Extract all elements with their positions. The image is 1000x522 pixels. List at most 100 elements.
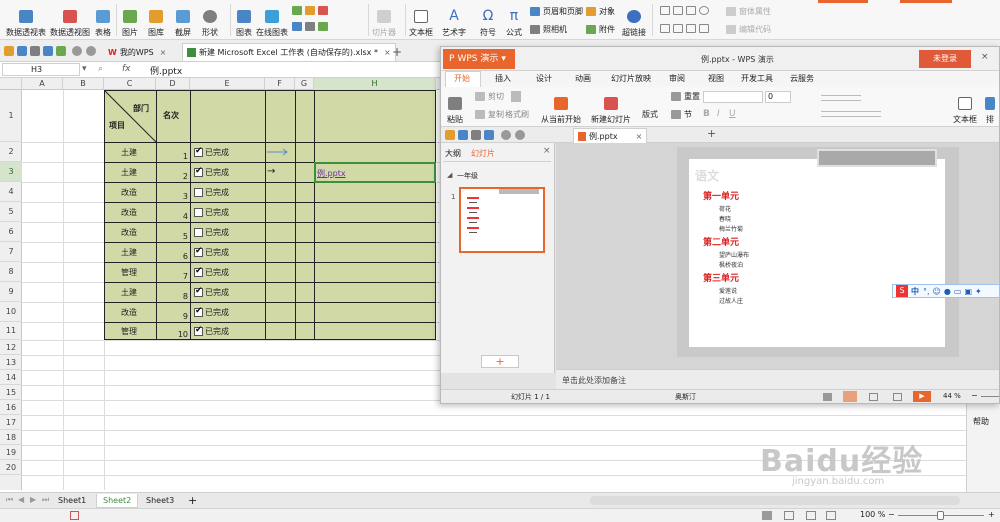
font-size-select[interactable]: 0 <box>765 91 791 103</box>
tab-developer[interactable]: 开发工具 <box>741 73 773 84</box>
formula-button[interactable]: π 公式 <box>506 2 522 38</box>
undo-icon[interactable] <box>72 46 82 56</box>
camera-button[interactable]: 照相机 <box>530 24 567 35</box>
online-chart-button[interactable]: 在线图表 <box>256 2 288 38</box>
new-slide-button[interactable]: 新建幻灯片 <box>591 89 631 125</box>
open-icon[interactable] <box>4 46 14 56</box>
keyboard-icon[interactable]: ▭ <box>954 287 962 296</box>
print-icon[interactable] <box>43 46 53 56</box>
section-button[interactable]: 节 <box>671 109 692 120</box>
checkbox-icon[interactable] <box>194 208 203 217</box>
tab-home[interactable]: 开始 <box>454 73 470 84</box>
header-footer-button[interactable]: 页眉和页脚 <box>530 6 583 17</box>
checkbox-icon[interactable] <box>194 286 203 297</box>
first-sheet-icon[interactable]: ⏮ <box>6 495 13 505</box>
wordart-button[interactable]: A 艺术字 <box>442 2 466 38</box>
paste-button[interactable]: 粘贴 <box>447 89 463 125</box>
preview-icon[interactable] <box>56 46 66 56</box>
checkbox-icon[interactable] <box>194 188 203 197</box>
alignment-tools[interactable] <box>821 111 881 117</box>
row-header[interactable]: 10 <box>0 302 22 322</box>
row-header[interactable]: 7 <box>0 242 22 262</box>
select-all-corner[interactable] <box>0 78 22 90</box>
tools-icon[interactable]: ✦ <box>975 287 982 296</box>
checkbox-icon[interactable] <box>194 166 203 177</box>
copy-button[interactable]: 复制 <box>475 109 504 120</box>
undo-icon[interactable] <box>501 130 511 140</box>
last-sheet-icon[interactable]: ⏭ <box>42 495 49 505</box>
arrange-button[interactable]: 排 <box>985 89 995 125</box>
gallery-button[interactable]: 图库 <box>148 2 164 38</box>
zoom-out-icon[interactable]: − <box>888 510 895 519</box>
save-icon[interactable] <box>17 46 27 56</box>
status-checkbox[interactable]: 已完成 <box>194 246 229 258</box>
cut-button[interactable]: 剪切 <box>475 91 504 102</box>
format-painter-button[interactable]: 格式刷 <box>505 109 529 120</box>
ime-language[interactable]: 中 <box>911 286 919 297</box>
textbox-button[interactable]: 文本框 <box>409 2 433 38</box>
row-header[interactable]: 9 <box>0 282 22 302</box>
page-break-icon[interactable] <box>806 511 816 520</box>
checkbox-icon[interactable] <box>194 228 203 237</box>
page-layout-icon[interactable] <box>784 511 794 520</box>
row-header[interactable]: 13 <box>0 355 22 370</box>
zoom-slider[interactable] <box>981 396 999 397</box>
pivot-chart-button[interactable]: 数据透视图 <box>50 2 90 38</box>
input-method-toolbar[interactable]: S 中 °, ☺ ● ▭ ▣ ✦ <box>892 284 1000 298</box>
form-controls-2[interactable] <box>660 24 712 33</box>
wps-textbox-button[interactable]: 文本框 <box>953 89 977 125</box>
table-button[interactable]: 表格 <box>95 2 111 38</box>
notes-pane[interactable]: 单击此处添加备注 <box>556 369 999 389</box>
status-checkbox[interactable]: 已完成 <box>194 146 229 158</box>
status-checkbox[interactable]: 已完成 <box>194 325 229 337</box>
formula-input[interactable]: 例.pptx <box>150 64 182 77</box>
new-tab-button[interactable]: + <box>388 43 406 61</box>
reset-button[interactable]: 重置 <box>671 91 700 102</box>
status-checkbox[interactable]: 已完成 <box>194 266 229 278</box>
column-header[interactable]: B <box>63 78 104 90</box>
add-sheet-button[interactable]: + <box>182 494 203 508</box>
export-icon[interactable] <box>30 46 40 56</box>
shape-button[interactable]: 形状 <box>202 2 218 38</box>
status-checkbox[interactable]: 已完成 <box>194 187 229 198</box>
fx-icon[interactable]: fx <box>122 64 131 74</box>
layout-button[interactable]: 版式 <box>642 109 658 120</box>
zoom-formula-icon[interactable]: ⌕ <box>98 64 103 74</box>
arrow-shape[interactable] <box>267 147 291 157</box>
tab-cloud[interactable]: 云服务 <box>790 73 814 84</box>
sorter-view-icon[interactable] <box>869 393 878 401</box>
name-box[interactable]: H3 <box>2 63 80 76</box>
attachment-button[interactable]: 附件 <box>586 24 615 35</box>
slicer-button[interactable]: 切片器 <box>372 2 396 38</box>
edit-code-button[interactable]: 编辑代码 <box>726 24 771 35</box>
object-button[interactable]: 对象 <box>586 6 615 17</box>
slide-thumbnail[interactable] <box>459 187 545 253</box>
close-icon[interactable]: × <box>160 48 167 57</box>
italic-icon[interactable]: I <box>717 109 720 119</box>
row-header[interactable]: 1 <box>0 90 22 142</box>
hyperlink-button[interactable]: 超链接 <box>622 2 646 38</box>
column-header[interactable]: G <box>295 78 314 90</box>
mic-icon[interactable]: ● <box>944 287 951 296</box>
status-checkbox[interactable]: 已完成 <box>194 166 229 178</box>
tab-insert[interactable]: 插入 <box>495 73 511 84</box>
punctuation-icon[interactable]: °, <box>923 287 930 296</box>
status-checkbox[interactable]: 已完成 <box>194 227 229 238</box>
tab-my-wps[interactable]: W 我的WPS × <box>104 43 170 61</box>
checkbox-icon[interactable] <box>194 325 203 336</box>
next-sheet-icon[interactable]: ▶ <box>30 495 36 504</box>
login-button[interactable]: 未登录 <box>919 50 971 68</box>
row-header[interactable]: 19 <box>0 445 22 460</box>
save-icon[interactable] <box>458 130 468 140</box>
form-properties-button[interactable]: 窗体属性 <box>726 6 771 17</box>
reading-view-icon[interactable] <box>893 393 902 401</box>
redo-icon[interactable] <box>86 46 96 56</box>
row-header[interactable]: 12 <box>0 340 22 355</box>
zoom-in-icon[interactable]: + <box>988 510 995 519</box>
zoom-slider-handle[interactable] <box>937 511 944 520</box>
close-icon[interactable]: × <box>636 132 643 141</box>
underline-icon[interactable]: U <box>729 109 736 119</box>
new-tab-button[interactable]: + <box>707 127 716 140</box>
section-collapse-icon[interactable]: ◢ <box>447 171 452 179</box>
row-header[interactable]: 18 <box>0 430 22 445</box>
